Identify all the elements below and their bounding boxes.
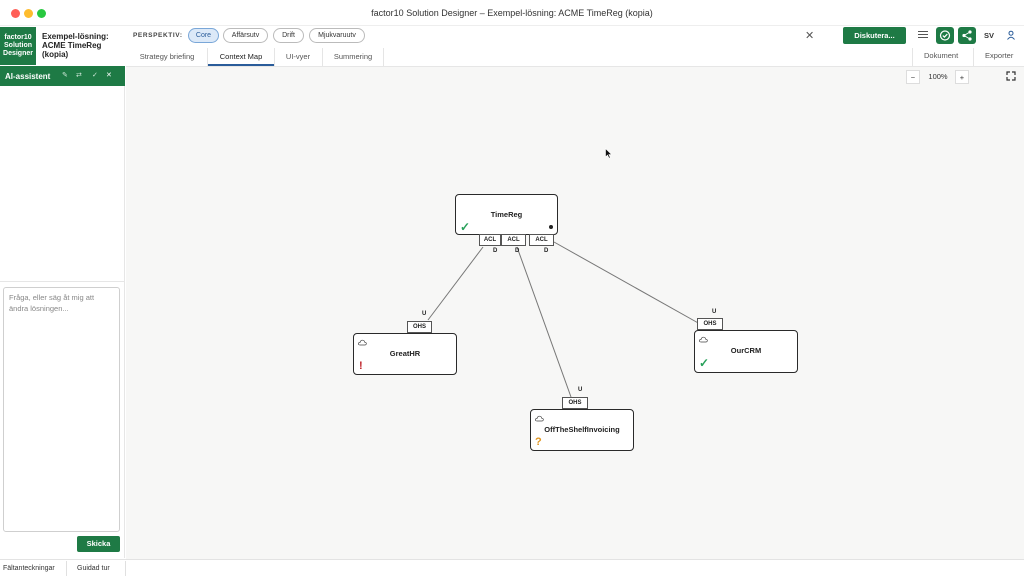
downstream-label: D [493, 248, 498, 254]
status-warning-icon: ! [359, 360, 363, 372]
context-node-ourcrm[interactable]: OurCRM ✓ [694, 330, 798, 373]
upstream-label: U [712, 309, 717, 315]
cloud-icon [358, 339, 367, 346]
field-notes-button[interactable]: Fältanteckningar [3, 565, 55, 572]
guided-tour-button[interactable]: Guidad tur [77, 565, 110, 572]
relation-line[interactable] [553, 241, 701, 325]
pattern-badge: ACL [501, 234, 526, 246]
upstream-label: U [422, 311, 427, 317]
relation-line[interactable] [516, 246, 572, 398]
context-name: OffTheShelfInvoicing [544, 425, 620, 434]
cloud-icon [699, 336, 708, 343]
status-ok-icon: ✓ [460, 220, 471, 234]
upstream-label: U [578, 387, 583, 393]
context-name: GreatHR [389, 349, 421, 358]
status-ok-icon: ✓ [699, 356, 710, 370]
relation-lines [427, 241, 701, 398]
context-node-greathr[interactable]: GreatHR ! [353, 333, 457, 375]
dot-icon [549, 225, 553, 229]
context-name: TimeReg [490, 210, 523, 219]
context-node-timereg[interactable]: TimeReg ✓ [455, 194, 558, 235]
pattern-badge: OHS [562, 397, 588, 409]
status-question-icon: ? [535, 436, 542, 448]
context-node-offtheshelfinvoicing[interactable]: OffTheShelfInvoicing ? [530, 409, 634, 451]
cloud-icon [535, 415, 544, 422]
status-bar: Fältanteckningar Guidad tur [0, 559, 1024, 576]
context-name: OurCRM [730, 346, 762, 355]
pattern-badge: OHS [697, 318, 723, 330]
pattern-badge: OHS [407, 321, 432, 333]
app-window: factor10 Solution Designer – Exempel-lös… [0, 0, 1024, 576]
pattern-badge: ACL [529, 234, 554, 246]
downstream-label: D [515, 248, 520, 254]
pattern-badge: ACL [479, 234, 501, 246]
relation-line[interactable] [427, 246, 484, 321]
downstream-label: D [544, 248, 549, 254]
mouse-cursor-icon [605, 148, 613, 159]
